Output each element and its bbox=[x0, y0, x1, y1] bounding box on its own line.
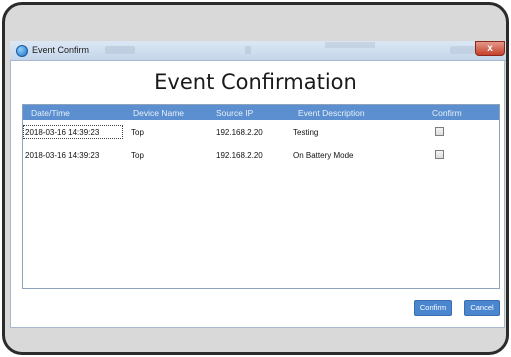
cell-device: Top bbox=[131, 151, 144, 160]
column-header-confirm[interactable]: Confirm bbox=[432, 108, 462, 118]
background-blur bbox=[245, 46, 251, 54]
cell-source-ip: 192.168.2.20 bbox=[216, 151, 263, 160]
confirm-checkbox[interactable] bbox=[435, 127, 444, 136]
cell-source-ip: 192.168.2.20 bbox=[216, 128, 263, 137]
column-header-description[interactable]: Event Description bbox=[298, 108, 365, 118]
app-icon bbox=[16, 45, 28, 57]
column-header-datetime[interactable]: Date/Time bbox=[31, 108, 70, 118]
table-header: Date/Time Device Name Source IP Event De… bbox=[23, 105, 499, 120]
table-row[interactable]: 2018-03-16 14:39:23 Top 192.168.2.20 On … bbox=[23, 146, 499, 164]
cell-description: On Battery Mode bbox=[293, 151, 354, 160]
cell-datetime: 2018-03-16 14:39:23 bbox=[25, 128, 100, 137]
column-header-device[interactable]: Device Name bbox=[133, 108, 184, 118]
cell-device: Top bbox=[131, 128, 144, 137]
column-header-source-ip[interactable]: Source IP bbox=[216, 108, 253, 118]
cancel-button[interactable]: Cancel bbox=[464, 300, 500, 316]
confirm-checkbox[interactable] bbox=[435, 150, 444, 159]
background-blur bbox=[105, 46, 135, 54]
title-bar[interactable]: Event Confirm x bbox=[10, 41, 506, 61]
background-blur bbox=[325, 42, 375, 48]
table-row[interactable]: 2018-03-16 14:39:23 Top 192.168.2.20 Tes… bbox=[23, 123, 499, 141]
page-title: Event Confirmation bbox=[154, 70, 357, 94]
cell-description: Testing bbox=[293, 128, 319, 137]
window-title: Event Confirm bbox=[32, 45, 90, 55]
confirm-button[interactable]: Confirm bbox=[414, 300, 452, 316]
close-button[interactable]: x bbox=[475, 41, 505, 56]
cell-datetime: 2018-03-16 14:39:23 bbox=[25, 151, 100, 160]
events-table: Date/Time Device Name Source IP Event De… bbox=[22, 104, 500, 289]
